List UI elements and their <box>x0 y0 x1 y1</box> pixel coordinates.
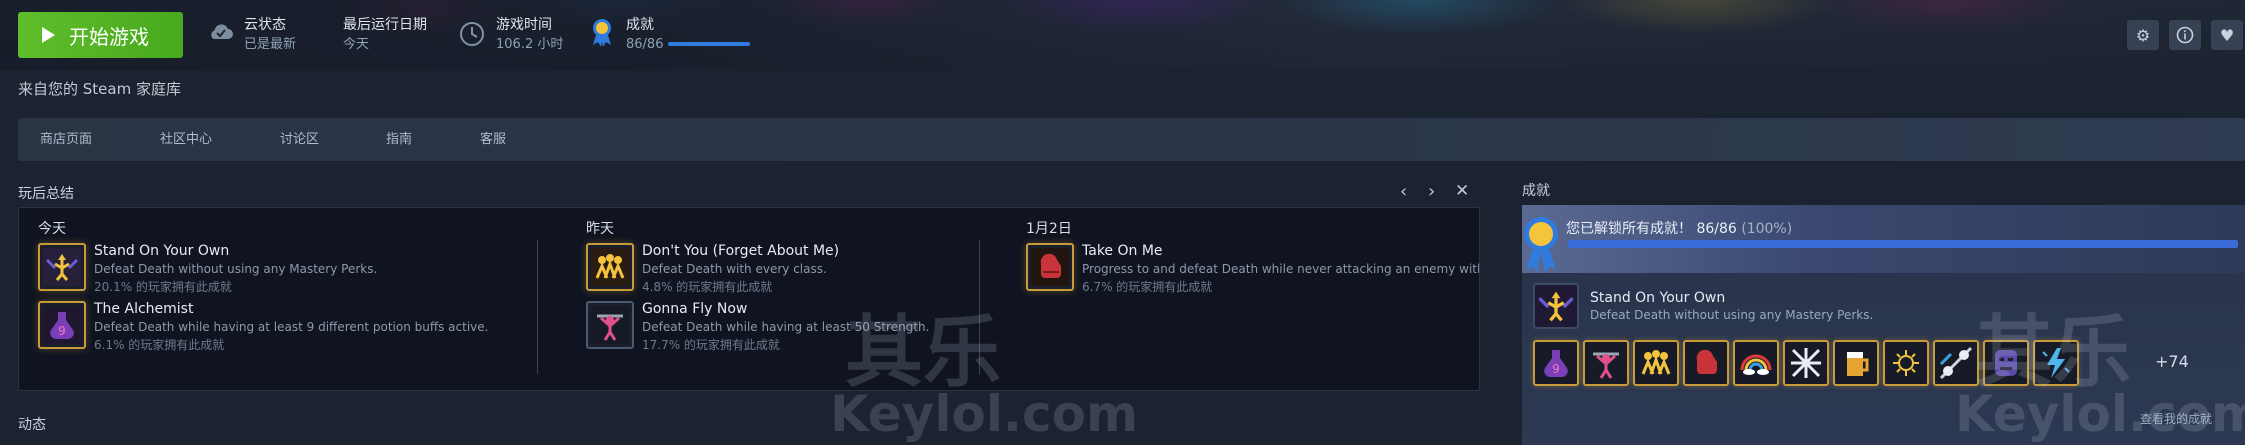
play-icon <box>42 27 55 43</box>
hero-overlay <box>0 0 2245 70</box>
playtime-value: 106.2 小时 <box>496 37 564 52</box>
recap-col-today: 今天 <box>38 221 66 237</box>
heart-icon: ♥ <box>2219 25 2235 45</box>
playtime-label: 游戏时间 <box>496 17 552 33</box>
potion-icon[interactable]: 9 <box>1533 340 1579 386</box>
achievements-summary-bar <box>1522 205 2245 273</box>
featured-achievement-title: Stand On Your Own <box>1590 290 1726 306</box>
chevron-left-icon: ‹ <box>1400 181 1408 202</box>
favorite-button[interactable]: ♥ <box>2211 20 2243 50</box>
cloud-status-value: 已是最新 <box>244 37 297 52</box>
recap-close-button[interactable]: ✕ <box>1455 181 1469 201</box>
achievements-summary: 您已解锁所有成就！ 86/86 (100%) <box>1566 218 1792 238</box>
achievements-value: 86/86 <box>626 37 664 52</box>
play-button[interactable]: 开始游戏 <box>18 12 183 58</box>
svg-text:9: 9 <box>1552 362 1560 376</box>
achievement-title: Gonna Fly Now <box>642 301 748 317</box>
play-label: 开始游戏 <box>69 24 149 49</box>
sun-glyph-icon[interactable] <box>1883 340 1929 386</box>
pattern-icon[interactable] <box>1783 340 1829 386</box>
recap-title: 玩后总结 <box>18 186 74 202</box>
recap-panel: 今天 Stand On Your Own Defeat Death withou… <box>18 207 1480 391</box>
achievements-stat[interactable]: 成就 86/86 <box>626 16 663 54</box>
achievement-rarity: 6.7% 的玩家拥有此成就 <box>1082 280 1213 294</box>
family-library-note: 来自您的 Steam 家庭库 <box>18 80 181 98</box>
featured-achievement-desc: Defeat Death without using any Mastery P… <box>1590 308 1874 322</box>
achievements-label: 成就 <box>626 17 654 33</box>
winged-figure-icon[interactable] <box>1533 283 1579 329</box>
playtime: 游戏时间 106.2 小时 <box>496 16 563 54</box>
strongman-icon <box>586 301 634 349</box>
skull-pattern-icon[interactable] <box>1933 340 1979 386</box>
rainbow-icon[interactable] <box>1733 340 1779 386</box>
last-run: 最后运行日期 今天 <box>343 16 427 54</box>
achievement-rarity: 17.7% 的玩家拥有此成就 <box>642 338 780 352</box>
nav-discussions[interactable]: 讨论区 <box>280 118 319 161</box>
achievement-title: Don't You (Forget About Me) <box>642 243 840 259</box>
nav-community-hub[interactable]: 社区中心 <box>160 118 212 161</box>
winged-figure-icon <box>38 243 86 291</box>
recap-divider <box>537 240 538 374</box>
settings-button[interactable]: ⚙ <box>2127 20 2159 50</box>
cloud-icon <box>211 24 233 39</box>
recap-achievement[interactable]: Don't You (Forget About Me) Defeat Death… <box>586 243 986 295</box>
group-heroes-icon <box>586 243 634 291</box>
beer-icon[interactable] <box>1833 340 1879 386</box>
activity-title: 动态 <box>18 417 46 433</box>
info-button[interactable] <box>2169 20 2201 50</box>
achievement-medal-icon <box>1524 217 1558 273</box>
achievements-panel-title: 成就 <box>1522 183 1550 199</box>
achievement-title: The Alchemist <box>94 301 194 317</box>
svg-text:9: 9 <box>58 324 66 338</box>
close-icon: ✕ <box>1455 181 1470 201</box>
boxing-glove-icon <box>1026 243 1074 291</box>
achievements-panel-progress <box>1568 240 2238 248</box>
gear-icon: ⚙ <box>2135 25 2151 45</box>
recap-next-button[interactable]: › <box>1428 181 1435 202</box>
more-achievements-count[interactable]: +74 <box>2155 352 2189 371</box>
nav-guides[interactable]: 指南 <box>386 118 412 161</box>
nav-store-page[interactable]: 商店页面 <box>40 118 92 161</box>
info-icon <box>2176 26 2194 44</box>
chevron-right-icon: › <box>1428 181 1436 202</box>
nav-support[interactable]: 客服 <box>480 118 506 161</box>
achievement-desc: Progress to and defeat Death while never… <box>1082 262 1480 276</box>
group-heroes-icon[interactable] <box>1633 340 1679 386</box>
achievements-panel-progress-fill <box>1568 240 2238 248</box>
cloud-status[interactable]: 云状态 已是最新 <box>244 16 296 54</box>
game-nav-bar: 商店页面 社区中心 讨论区 指南 客服 <box>18 118 2245 161</box>
achievement-desc: Defeat Death while having at least 9 dif… <box>94 320 489 334</box>
clock-icon <box>460 22 484 46</box>
achievement-medal-icon <box>593 19 611 47</box>
recap-achievement[interactable]: 9 The Alchemist Defeat Death while havin… <box>38 301 558 353</box>
potion-icon: 9 <box>38 301 86 349</box>
boxing-glove-icon[interactable] <box>1683 340 1729 386</box>
achievement-title: Stand On Your Own <box>94 243 230 259</box>
recap-col-yesterday: 昨天 <box>586 221 614 237</box>
achievement-desc: Defeat Death with every class. <box>642 262 827 276</box>
recap-col-jan2: 1月2日 <box>1026 221 1072 237</box>
watermark-site: Keylol.com <box>1955 385 2245 443</box>
summary-main: 您已解锁所有成就！ 86/86 <box>1566 221 1737 237</box>
last-run-label: 最后运行日期 <box>343 17 427 33</box>
recap-achievement[interactable]: Stand On Your Own Defeat Death without u… <box>38 243 558 295</box>
achievement-desc: Defeat Death without using any Mastery P… <box>94 262 378 276</box>
achievement-rarity: 4.8% 的玩家拥有此成就 <box>642 280 773 294</box>
achievement-rarity: 20.1% 的玩家拥有此成就 <box>94 280 232 294</box>
strongman-icon[interactable] <box>1583 340 1629 386</box>
achievement-title: Take On Me <box>1082 243 1163 259</box>
achievements-progress-fill <box>668 42 750 46</box>
achievement-rarity: 6.1% 的玩家拥有此成就 <box>94 338 225 352</box>
cloud-status-label: 云状态 <box>244 17 286 33</box>
summary-pct: (100%) <box>1741 221 1793 237</box>
achievements-progress <box>668 42 750 46</box>
recap-achievement[interactable]: Take On Me Progress to and defeat Death … <box>1026 243 1480 295</box>
watermark-site: Keylol.com <box>830 385 1139 443</box>
last-run-value: 今天 <box>343 37 370 52</box>
recap-prev-button[interactable]: ‹ <box>1400 181 1407 202</box>
